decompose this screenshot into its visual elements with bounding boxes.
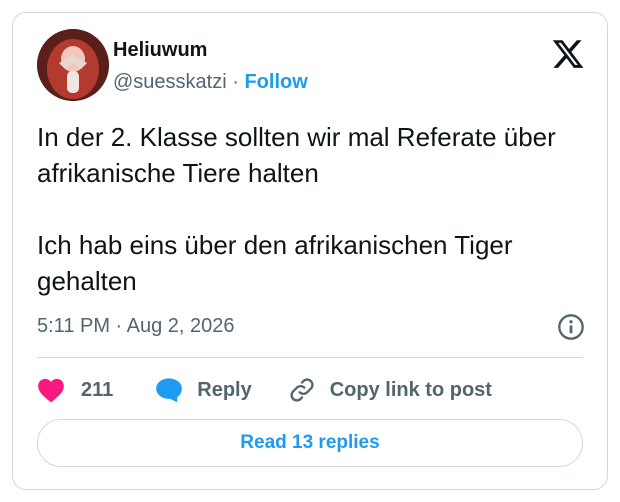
- x-logo-icon[interactable]: [551, 37, 585, 71]
- tweet-card: Heliuwum @suesskatzi · Follow In der 2. …: [12, 12, 608, 490]
- divider: [37, 357, 583, 358]
- action-bar: 211 Reply Copy link to post: [37, 375, 492, 405]
- read-replies-label: Read 13 replies: [240, 432, 380, 453]
- author-handle-row: @suesskatzi · Follow: [113, 71, 308, 94]
- copy-link-button[interactable]: Copy link to post: [288, 376, 492, 404]
- separator-dot: ·: [232, 71, 239, 93]
- info-icon[interactable]: [557, 313, 585, 341]
- heart-icon: [38, 378, 64, 403]
- speech-bubble-icon: [156, 378, 183, 403]
- read-replies-button[interactable]: Read 13 replies: [37, 419, 583, 467]
- tweet-timestamp[interactable]: 5:11 PM · Aug 2, 2026: [37, 315, 235, 338]
- author-handle[interactable]: @suesskatzi: [113, 71, 227, 93]
- tweet-text: In der 2. Klasse sollten wir mal Referat…: [37, 122, 556, 296]
- avatar[interactable]: [37, 29, 109, 101]
- reply-button[interactable]: Reply: [155, 377, 252, 403]
- like-count: 211: [81, 378, 114, 401]
- like-button[interactable]: 211: [37, 377, 113, 403]
- avatar-image: [37, 29, 109, 101]
- link-icon: [290, 378, 314, 402]
- author-name[interactable]: Heliuwum: [113, 39, 207, 62]
- copy-link-label: Copy link to post: [329, 378, 492, 401]
- follow-link[interactable]: Follow: [244, 71, 307, 93]
- reply-label: Reply: [197, 378, 252, 401]
